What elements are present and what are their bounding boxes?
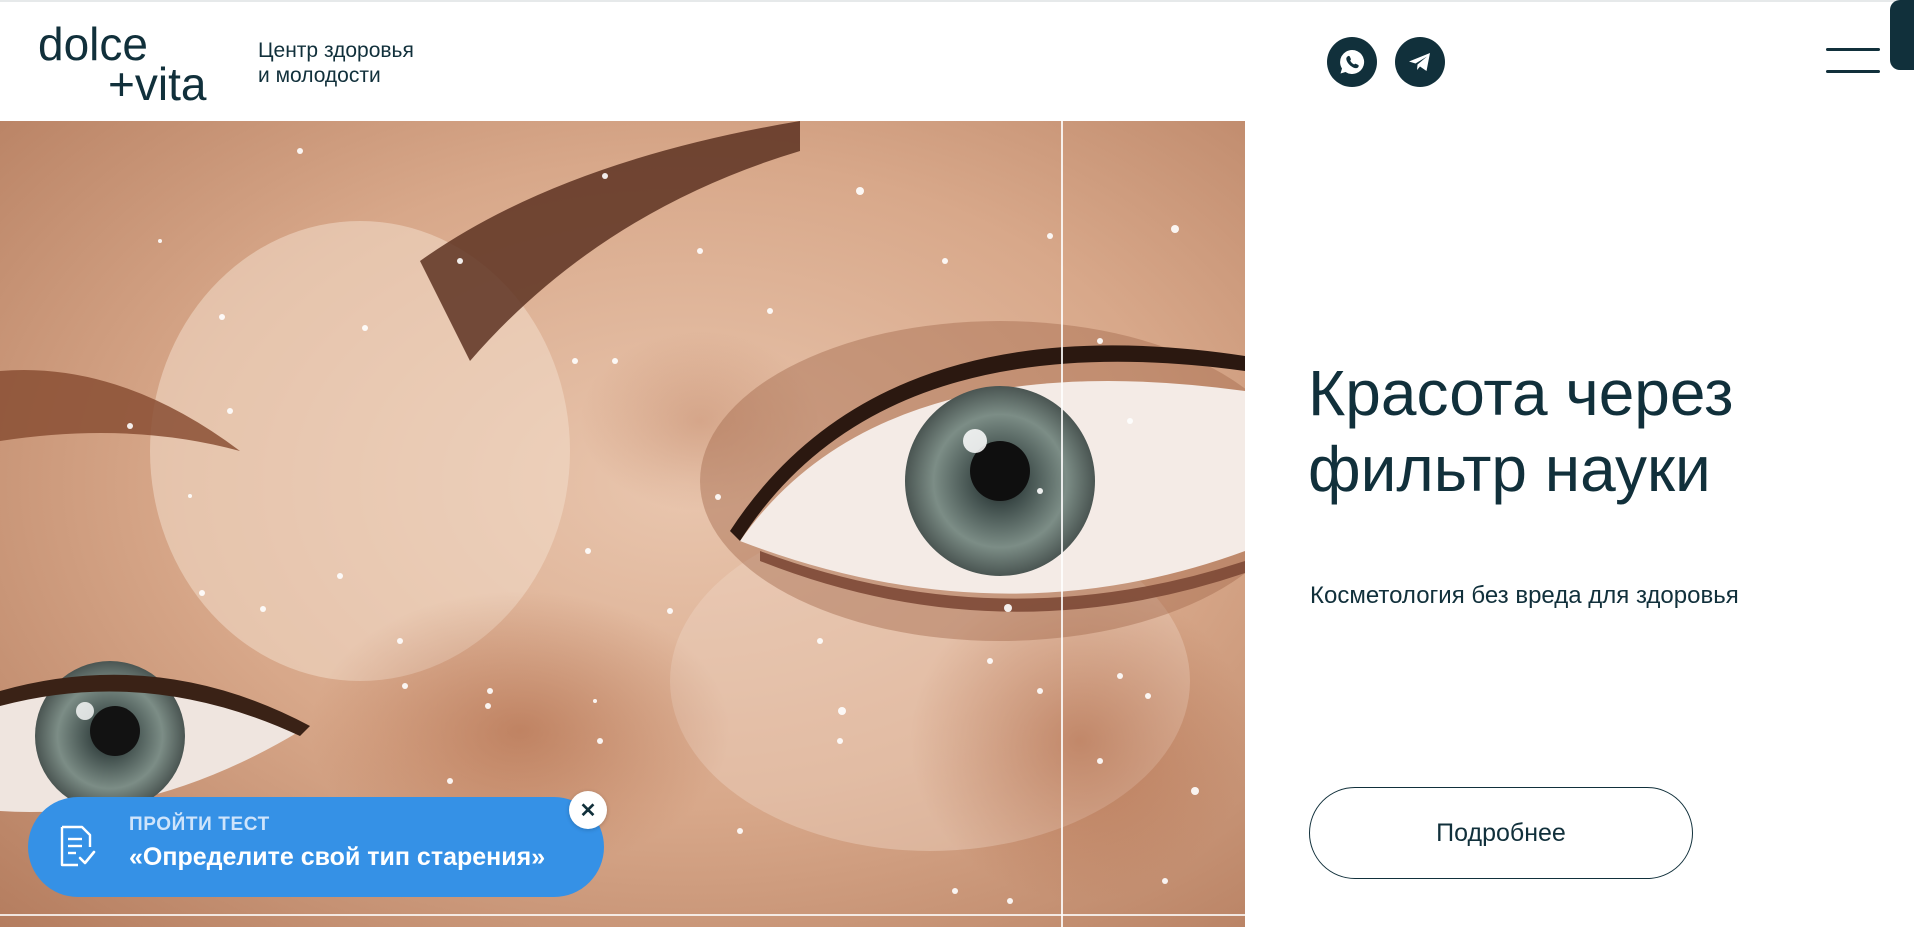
- telegram-icon: [1409, 53, 1430, 71]
- svg-text:+vita: +vita: [108, 58, 207, 102]
- headline-line-2: фильтр науки: [1308, 433, 1711, 505]
- quiz-banner[interactable]: ПРОЙТИ ТЕСТ «Определите свой тип старени…: [28, 797, 604, 897]
- side-tab[interactable]: [1890, 0, 1914, 70]
- quiz-kicker: ПРОЙТИ ТЕСТ: [129, 814, 270, 835]
- tagline-line-2: и молодости: [258, 64, 381, 87]
- more-button[interactable]: Подробнее: [1309, 787, 1693, 879]
- telegram-button[interactable]: [1395, 37, 1445, 87]
- logo[interactable]: dolce +vita: [38, 24, 233, 102]
- checklist-icon: [60, 825, 96, 867]
- whatsapp-icon: [1340, 49, 1365, 74]
- hamburger-menu-icon[interactable]: [1826, 44, 1880, 78]
- tagline: Центр здоровья и молодости: [258, 38, 414, 88]
- tagline-line-1: Центр здоровья: [258, 39, 414, 62]
- whatsapp-button[interactable]: [1327, 37, 1377, 87]
- hero-subheadline: Косметология без вреда для здоровья: [1310, 582, 1739, 609]
- close-icon[interactable]: ✕: [569, 791, 607, 829]
- headline-line-1: Красота через: [1308, 357, 1734, 429]
- site-header: dolce +vita Центр здоровья и молодости: [0, 2, 1914, 120]
- hero-headline: Красота через фильтр науки: [1308, 355, 1868, 507]
- quiz-title: «Определите свой тип старения»: [129, 843, 546, 871]
